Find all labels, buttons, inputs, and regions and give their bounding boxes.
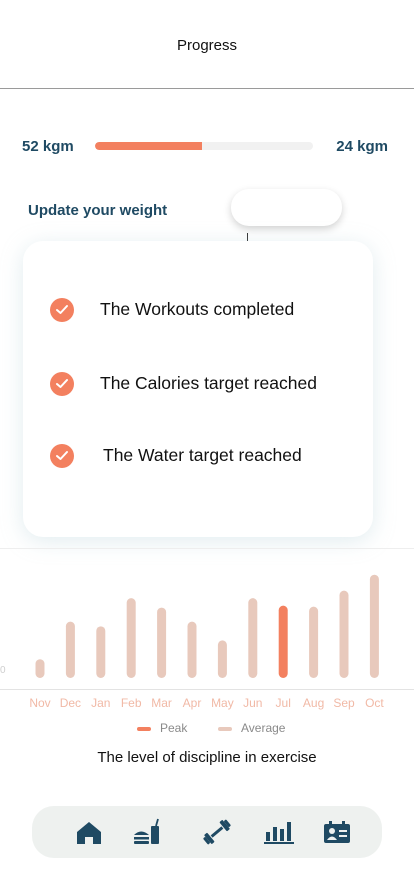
chart-bar-jan <box>96 626 106 678</box>
checklist-item-label: The Workouts completed <box>100 299 295 319</box>
x-tick-label: May <box>211 696 234 710</box>
x-tick-label: Nov <box>29 696 50 710</box>
checklist-item: The Workouts completed <box>23 295 373 325</box>
x-tick-label: Jan <box>91 696 110 710</box>
weight-progress-fill <box>95 142 202 150</box>
x-tick-label: Jul <box>276 696 291 710</box>
nav-stats[interactable] <box>263 818 294 846</box>
x-tick-label: Feb <box>121 696 142 710</box>
chart-bar-aug <box>309 606 319 678</box>
checklist-item: The Water target reached <box>23 441 373 471</box>
current-weight: 52 kgm <box>22 138 74 155</box>
checklist-item-label: The Calories target reached <box>100 373 317 393</box>
x-tick-label: Dec <box>60 696 81 710</box>
x-tick-label: Apr <box>183 696 202 710</box>
dumbbell-icon <box>203 819 231 845</box>
nav-workouts[interactable] <box>202 818 232 846</box>
x-tick-label: Sep <box>333 696 355 710</box>
chart-bar-oct <box>369 574 379 678</box>
discipline-chart: Nov Dec Jan Feb Mar Apr May Jun Jul Aug Sep Oct <box>0 560 414 740</box>
checklist-item-label: The Water target reached <box>103 445 302 465</box>
chart-bar-jun <box>248 598 258 678</box>
nav-home[interactable] <box>74 818 104 846</box>
chart-bar-feb <box>126 598 136 678</box>
chart-legend: Peak Average <box>0 721 414 737</box>
bottom-nav <box>32 806 382 858</box>
check-icon <box>50 444 74 468</box>
x-axis-line <box>0 689 414 690</box>
chart-bar-may <box>217 640 227 678</box>
check-icon <box>50 372 74 396</box>
chart-bar-sep <box>339 590 349 678</box>
update-weight-label: Update your weight <box>28 202 168 219</box>
header: Progress <box>0 0 414 89</box>
page-title: Progress <box>176 37 238 54</box>
legend-swatch-peak <box>137 727 151 731</box>
chart-caption: The level of discipline in exercise <box>97 749 317 766</box>
chart-bar-nov <box>35 659 45 678</box>
checklist-item: The Calories target reached <box>23 369 373 399</box>
weight-progress: 52 kgm 24 kgm <box>0 138 414 158</box>
nav-profile[interactable] <box>322 818 352 846</box>
x-tick-label: Oct <box>365 696 384 710</box>
food-icon <box>134 818 159 844</box>
legend-label-average: Average <box>241 721 286 735</box>
nav-food[interactable] <box>132 818 162 846</box>
x-tick-label: Mar <box>151 696 172 710</box>
update-weight-input[interactable] <box>231 189 342 226</box>
check-icon <box>50 298 74 322</box>
stats-icon <box>264 822 294 844</box>
home-icon <box>77 822 101 844</box>
chart-canvas: Nov Dec Jan Feb Mar Apr May Jun Jul Aug Sep Oct <box>29 574 384 710</box>
profile-card-icon <box>324 821 350 843</box>
chart-bar-jul <box>278 605 288 678</box>
achievements-card: The Workouts completed The Calories targ… <box>23 241 373 537</box>
x-tick-label: Jun <box>243 696 262 710</box>
chart-bar-mar <box>157 607 167 678</box>
x-tick-label: Aug <box>303 696 324 710</box>
target-weight: 24 kgm <box>336 138 388 155</box>
weight-progress-bar <box>95 142 313 150</box>
chart-bar-apr <box>187 621 197 678</box>
legend-swatch-average <box>218 727 232 731</box>
y-axis-zero-label: 0 <box>0 665 6 676</box>
chart-bar-dec <box>65 621 75 678</box>
section-divider <box>0 548 414 549</box>
legend-label-peak: Peak <box>160 721 188 735</box>
